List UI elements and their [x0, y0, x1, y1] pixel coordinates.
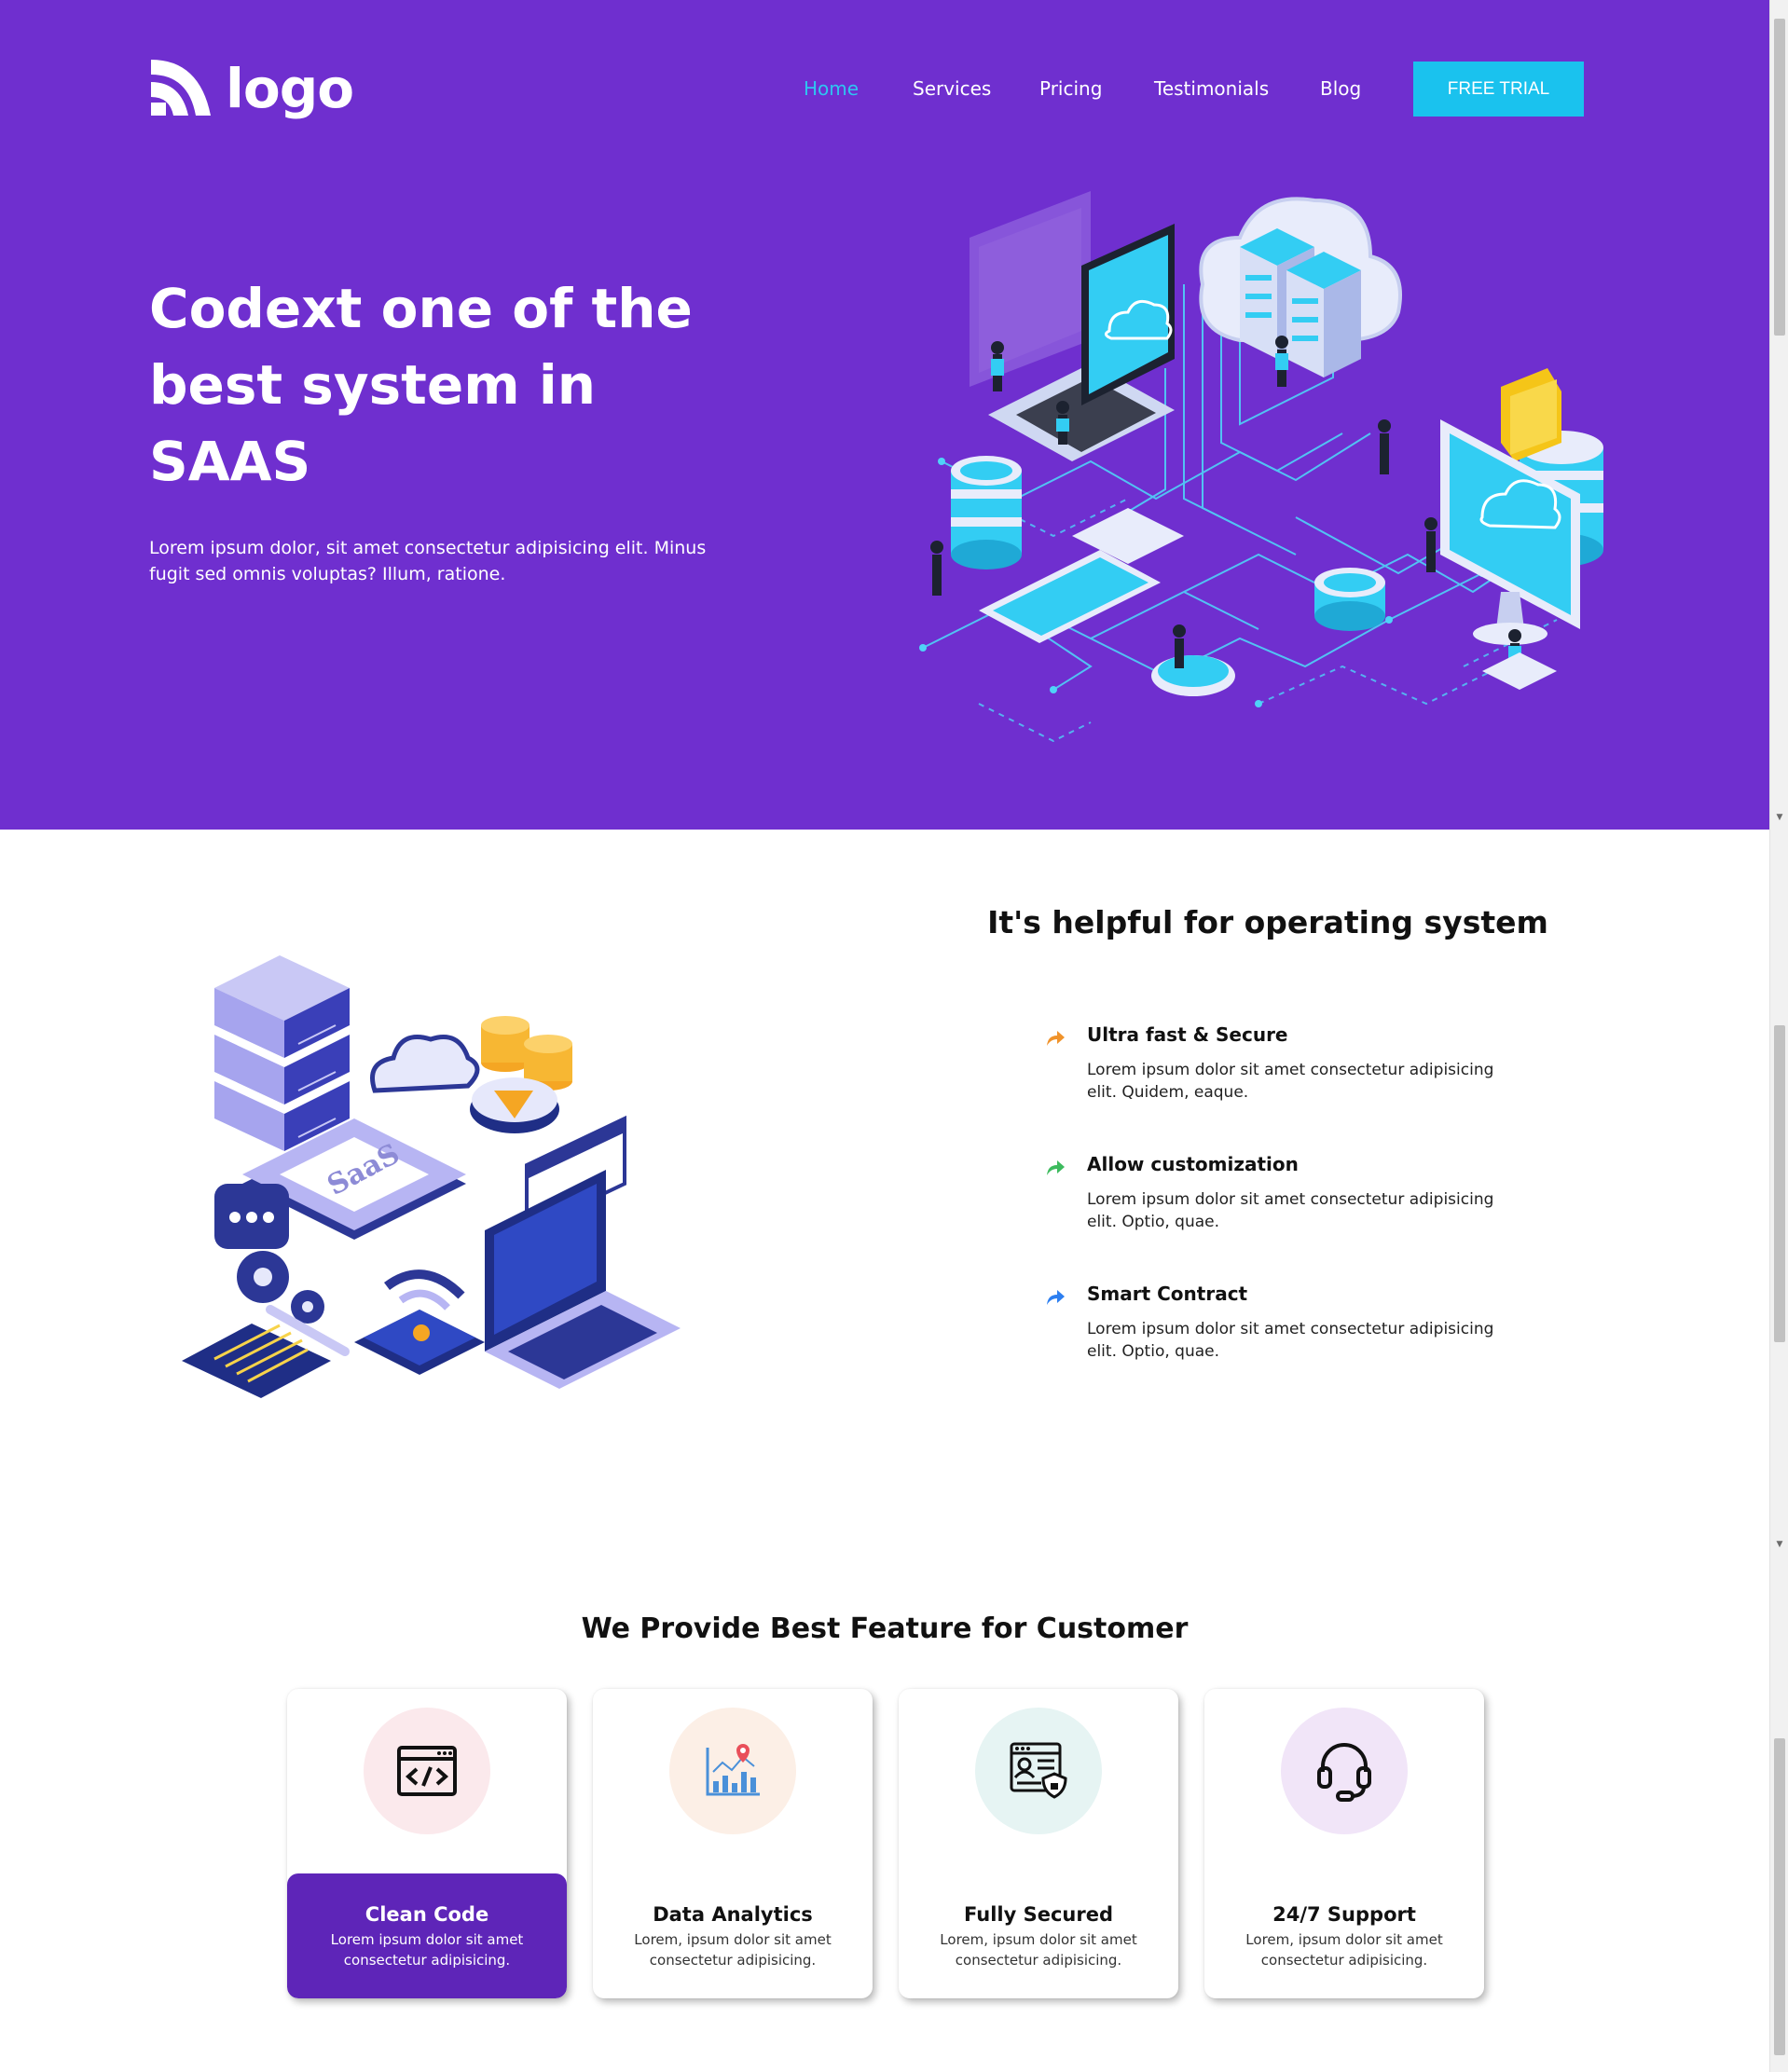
feature-icon-circle [669, 1708, 796, 1834]
feature-card-text-line: consectetur adipisicing. [343, 1952, 511, 1969]
feature-card-title: Clean Code [364, 1903, 489, 1926]
benefit-text-line: Lorem ipsum dolor sit amet consectetur a… [1087, 1190, 1494, 1209]
feature-card-text-line: Lorem, ipsum dolor sit amet [940, 1931, 1137, 1948]
scrollbar-thumb[interactable] [1774, 1025, 1785, 1342]
share-arrow-icon [1047, 1031, 1065, 1046]
feature-icon-circle [1281, 1708, 1408, 1834]
scroll-down-arrow-icon[interactable]: ▼ [1775, 1540, 1784, 1549]
benefit-text-line: elit. Optio, quae. [1087, 1342, 1219, 1361]
benefit-text: Lorem ipsum dolor sit amet consectetur a… [1087, 1318, 1516, 1363]
helpful-title: It's helpful for operating system [987, 904, 1548, 940]
feature-card-clean-code[interactable]: Clean Code Lorem ipsum dolor sit amet co… [287, 1689, 567, 1998]
share-arrow-icon [1047, 1290, 1065, 1305]
hero-subtitle: Lorem ipsum dolor, sit amet consectetur … [149, 535, 727, 587]
benefit-text-line: Lorem ipsum dolor sit amet consectetur a… [1087, 1320, 1494, 1338]
secure-document-icon [1010, 1742, 1067, 1799]
scroll-down-arrow-icon[interactable]: ▼ [1775, 813, 1784, 822]
feature-card-text: Lorem, ipsum dolor sit amet consectetur … [927, 1929, 1150, 1970]
feature-card-text: Lorem ipsum dolor sit amet consectetur a… [315, 1929, 539, 1970]
feature-card-text: Lorem, ipsum dolor sit amet consectetur … [621, 1929, 845, 1970]
nav-services[interactable]: Services [913, 77, 991, 100]
feature-card-title: Fully Secured [963, 1903, 1114, 1926]
landing-page: logo Home Services Pricing Testimonials … [0, 0, 1769, 2072]
benefit-text: Lorem ipsum dolor sit amet consectetur a… [1087, 1188, 1516, 1233]
nav-home[interactable]: Home [804, 77, 859, 100]
saas-isometric-illustration: SaaS [182, 955, 681, 1398]
hero-title-line: best system in [149, 353, 597, 417]
scrollbar-thumb[interactable] [1774, 19, 1785, 336]
benefit-text-line: elit. Quidem, eaque. [1087, 1083, 1249, 1102]
cloud-network-illustration [919, 191, 1603, 743]
headset-icon [1317, 1743, 1371, 1802]
feature-card-text-line: Lorem, ipsum dolor sit amet [1245, 1931, 1443, 1948]
feature-card-title: Data Analytics [653, 1903, 813, 1926]
free-trial-button[interactable]: FREE TRIAL [1413, 62, 1584, 117]
feature-icon-circle [975, 1708, 1102, 1834]
feature-card-text-line: consectetur adipisicing. [649, 1952, 817, 1969]
scrollbar-thumb[interactable] [1774, 1738, 1785, 2055]
benefit-title: Smart Contract [1087, 1283, 1248, 1305]
hero-title: Codext one of the best system in SAAS [149, 270, 708, 500]
feature-card-support[interactable]: 24/7 Support Lorem, ipsum dolor sit amet… [1204, 1689, 1484, 1998]
benefit-title: Allow customization [1087, 1153, 1299, 1175]
feature-card-fully-secured[interactable]: Fully Secured Lorem, ipsum dolor sit ame… [899, 1689, 1178, 1998]
hero-subtitle-line: Lorem ipsum dolor, sit amet consectetur … [149, 538, 707, 558]
features-title: We Provide Best Feature for Customer [581, 1612, 1189, 1645]
nav-pricing[interactable]: Pricing [1039, 77, 1102, 100]
hero-title-line: SAAS [149, 430, 311, 493]
feature-card-text-line: Lorem, ipsum dolor sit amet [634, 1931, 832, 1948]
feature-card-text-line: Lorem ipsum dolor sit amet [330, 1931, 524, 1948]
share-arrow-icon [1047, 1160, 1065, 1175]
benefit-text-line: elit. Optio, quae. [1087, 1213, 1219, 1231]
benefit-title: Ultra fast & Secure [1087, 1023, 1288, 1046]
feature-card-title: 24/7 Support [1272, 1903, 1416, 1926]
benefit-text-line: Lorem ipsum dolor sit amet consectetur a… [1087, 1061, 1494, 1079]
feature-card-text-line: consectetur adipisicing. [1260, 1952, 1428, 1969]
benefit-text: Lorem ipsum dolor sit amet consectetur a… [1087, 1059, 1516, 1104]
analytics-chart-icon [706, 1744, 760, 1796]
nav-blog[interactable]: Blog [1320, 77, 1361, 100]
hero-subtitle-line: fugit sed omnis voluptas? Illum, ratione… [149, 564, 506, 584]
hero-title-line: Codext one of the [149, 277, 693, 340]
hero-section: logo Home Services Pricing Testimonials … [0, 0, 1769, 830]
feature-card-text-line: consectetur adipisicing. [955, 1952, 1122, 1969]
page-scrollbar[interactable]: ▼ ▼ [1769, 0, 1788, 2072]
nav-testimonials[interactable]: Testimonials [1154, 77, 1269, 100]
code-window-icon [397, 1746, 457, 1796]
feature-card-data-analytics[interactable]: Data Analytics Lorem, ipsum dolor sit am… [593, 1689, 873, 1998]
feature-card-text: Lorem, ipsum dolor sit amet consectetur … [1232, 1929, 1456, 1970]
feature-icon-circle [364, 1708, 490, 1834]
